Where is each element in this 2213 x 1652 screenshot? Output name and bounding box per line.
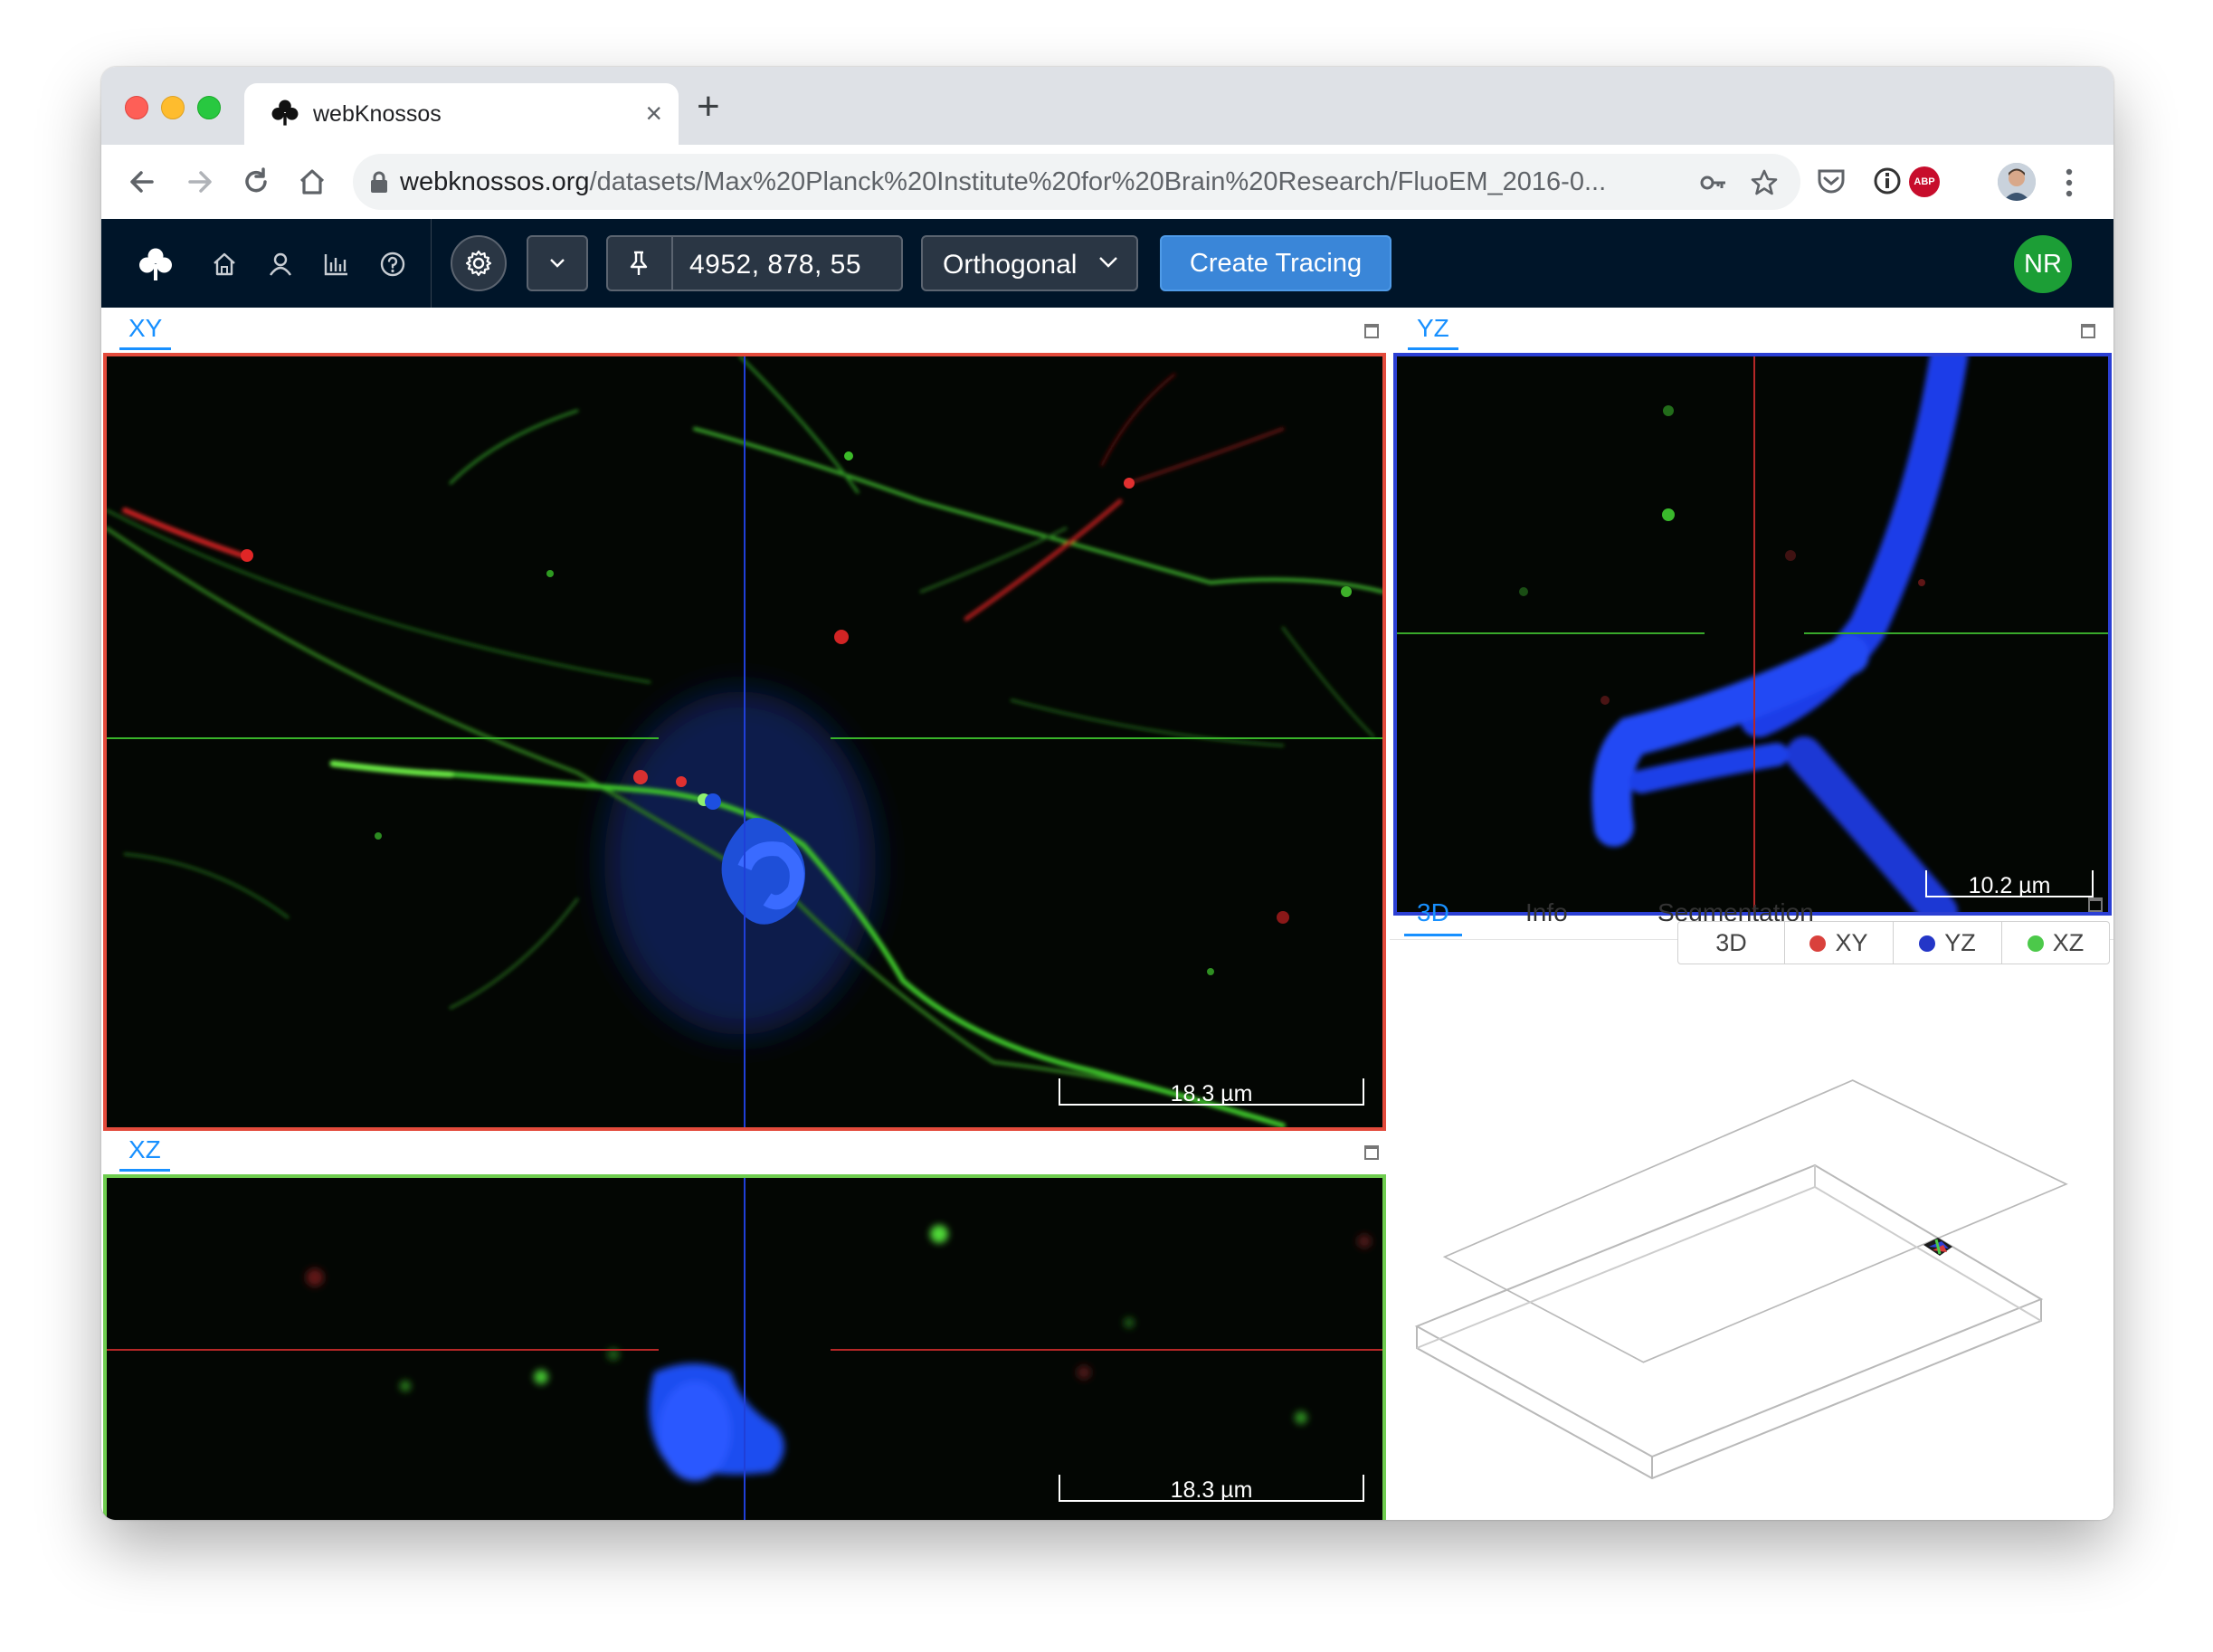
- key-icon[interactable]: [1699, 168, 1728, 197]
- camera-xz-label: XZ: [2052, 929, 2085, 956]
- chevron-down-icon: [1099, 257, 1117, 268]
- camera-xz-button[interactable]: XZ: [2002, 922, 2109, 964]
- camera-xy-label: XY: [1835, 929, 1868, 956]
- xy-viewport-header: XY: [101, 308, 1390, 353]
- xy-microscopy-image: [107, 356, 1382, 1127]
- 3d-bounding-box: [1414, 1079, 2068, 1480]
- yz-viewport[interactable]: 10.2 µm: [1393, 353, 2112, 916]
- clover-icon[interactable]: [136, 244, 176, 284]
- url-host: webknossos.org: [400, 167, 590, 196]
- position-input[interactable]: 4952, 878, 55: [689, 250, 861, 280]
- gear-icon: [465, 250, 492, 277]
- minimize-window-button[interactable]: [161, 96, 185, 119]
- lock-icon: [371, 171, 387, 193]
- camera-yz-button[interactable]: YZ: [1894, 922, 2002, 964]
- 3d-viewport[interactable]: [1390, 977, 2113, 1520]
- home-icon[interactable]: [210, 250, 239, 279]
- create-tracing-button[interactable]: Create Tracing: [1160, 235, 1391, 291]
- clover-icon: [271, 100, 299, 126]
- stats-icon[interactable]: [322, 250, 351, 279]
- abp-icon[interactable]: ABP: [1909, 166, 1940, 197]
- info-icon[interactable]: [1871, 165, 1904, 197]
- xz-microscopy-image: [107, 1178, 1382, 1520]
- browser-toolbar: webknossos.org/datasets/Max%20Planck%20I…: [101, 145, 2113, 220]
- xy-dot: [1809, 935, 1827, 952]
- xz-scale-bar: 18.3 µm: [1059, 1475, 1364, 1503]
- position-input-group[interactable]: 4952, 878, 55: [606, 235, 903, 291]
- url-path: /datasets/Max%20Planck%20Institute%20for…: [589, 167, 1607, 196]
- home-icon[interactable]: [295, 165, 329, 199]
- user-icon[interactable]: [266, 250, 295, 279]
- copy-position-button[interactable]: [608, 237, 673, 290]
- xy-scale-bar: 18.3 µm: [1059, 1078, 1364, 1106]
- tab-title: webKnossos: [313, 101, 442, 127]
- tab-strip: webKnossos × +: [101, 67, 2113, 145]
- camera-yz-label: YZ: [1944, 929, 1976, 956]
- maximize-icon[interactable]: [1364, 324, 1379, 338]
- browser-tab[interactable]: webKnossos ×: [244, 83, 679, 145]
- url-text: webknossos.org/datasets/Max%20Planck%20I…: [400, 167, 1606, 197]
- xz-scale-text: 18.3 µm: [1170, 1477, 1253, 1503]
- 3d-camera-buttons: 3D XY YZ XZ: [1677, 921, 2110, 964]
- xy-scale-text: 18.3 µm: [1170, 1081, 1253, 1106]
- yz-dot: [1919, 935, 1936, 952]
- tab-3d[interactable]: 3D: [1404, 896, 1462, 936]
- tab-close-button[interactable]: ×: [645, 96, 662, 130]
- help-icon[interactable]: [378, 250, 407, 279]
- tracing-view: XY 18.3 µm YZ 10.2 µm XZ 18.3 µm 3D Info…: [101, 308, 2113, 1520]
- xz-viewport[interactable]: 18.3 µm: [103, 1174, 1386, 1520]
- profile-avatar-image: [1998, 163, 2036, 201]
- star-icon[interactable]: [1750, 168, 1779, 197]
- settings-button[interactable]: [451, 235, 507, 291]
- xz-dot: [2027, 935, 2044, 952]
- xz-viewport-header: XZ: [101, 1131, 1390, 1176]
- view-mode-label: Orthogonal: [943, 250, 1078, 280]
- back-icon[interactable]: [125, 165, 159, 199]
- xz-viewport-tab[interactable]: XZ: [119, 1133, 170, 1172]
- new-tab-button[interactable]: +: [697, 87, 720, 127]
- yz-viewport-header: YZ: [1390, 308, 2113, 353]
- pin-icon: [630, 251, 648, 275]
- maximize-icon[interactable]: [1364, 1145, 1379, 1160]
- xy-viewport-tab[interactable]: XY: [119, 311, 172, 350]
- camera-xy-button[interactable]: XY: [1785, 922, 1894, 964]
- reload-icon[interactable]: [239, 165, 273, 199]
- chevron-down-icon: [550, 259, 565, 268]
- profile-icon[interactable]: [1998, 163, 2036, 201]
- browser-window: webKnossos × + webknossos.org/datasets/M…: [101, 67, 2113, 1520]
- maximize-icon[interactable]: [2088, 897, 2103, 912]
- close-window-button[interactable]: [125, 96, 148, 119]
- kebab-icon[interactable]: [2065, 166, 2074, 199]
- menu-dropdown-button[interactable]: [527, 235, 588, 291]
- navbar-separator: [431, 219, 432, 308]
- tab-info[interactable]: Info: [1525, 896, 1568, 930]
- yz-viewport-tab[interactable]: YZ: [1408, 311, 1458, 350]
- user-avatar[interactable]: NR: [2014, 235, 2072, 293]
- view-mode-select[interactable]: Orthogonal: [921, 235, 1138, 291]
- address-bar[interactable]: webknossos.org/datasets/Max%20Planck%20I…: [353, 154, 1800, 210]
- maximize-icon[interactable]: [2081, 324, 2095, 338]
- forward-icon[interactable]: [183, 165, 217, 199]
- webknossos-navbar: 4952, 878, 55 Orthogonal Create Tracing …: [101, 219, 2113, 308]
- camera-3d-label: 3D: [1715, 929, 1747, 956]
- pocket-icon[interactable]: [1815, 165, 1847, 197]
- zoom-window-button[interactable]: [197, 96, 221, 119]
- yz-microscopy-image: [1397, 356, 2108, 912]
- xy-viewport[interactable]: 18.3 µm: [103, 353, 1386, 1131]
- camera-3d-button[interactable]: 3D: [1678, 922, 1785, 964]
